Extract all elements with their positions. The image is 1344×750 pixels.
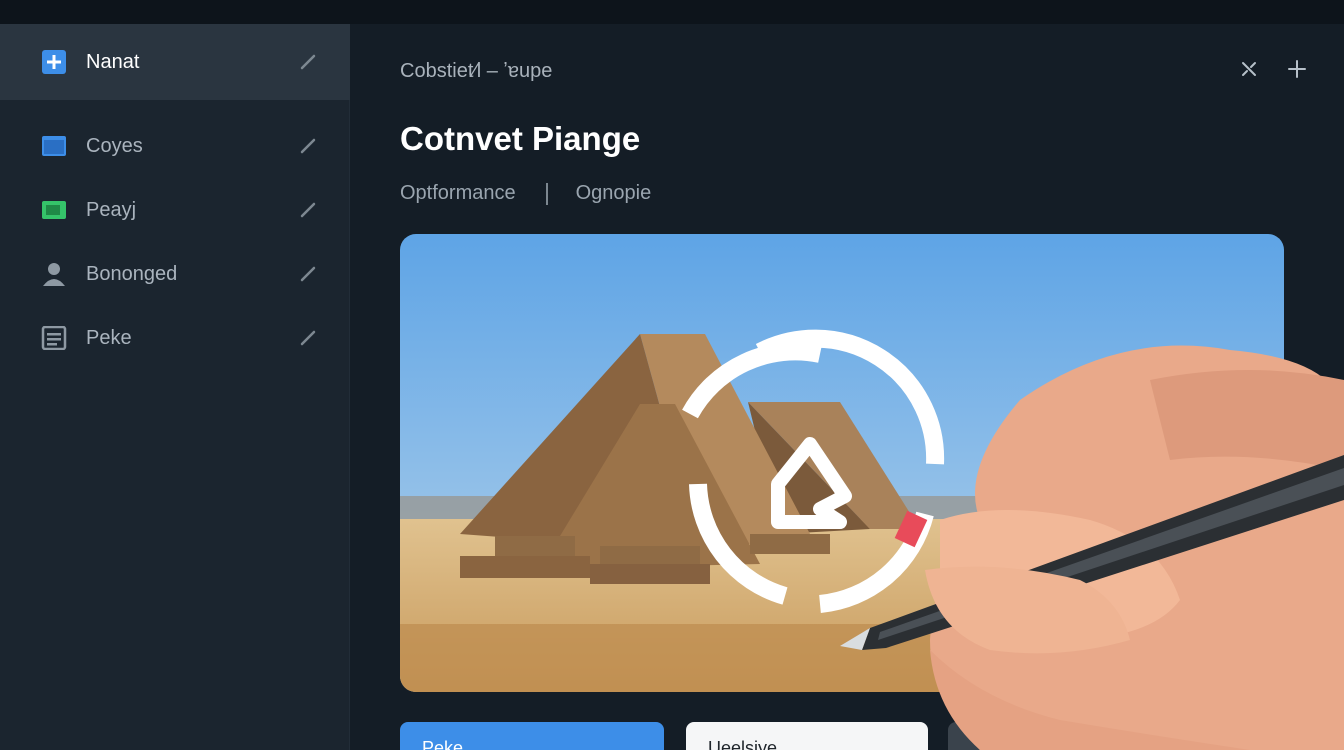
expand-icon[interactable]: [1238, 58, 1260, 80]
sidebar-item-label: Peke: [86, 326, 132, 349]
title-bar: [0, 0, 1344, 24]
sidebar-item-peayj[interactable]: Peayj: [0, 178, 350, 242]
tab-divider: [545, 182, 548, 205]
sidebar: Nanat Coyes Peayj Bononged Peke: [0, 24, 350, 750]
sidebar-item-bononged[interactable]: Bononged: [0, 242, 350, 306]
edit-icon[interactable]: [298, 328, 318, 348]
sidebar-item-nanat[interactable]: Nanat: [0, 24, 350, 100]
main-content: Cobstiet⁄l – ʼɐupe Cotnvet Piange Optfor…: [350, 24, 1344, 750]
sidebar-item-label: Bononged: [86, 262, 178, 285]
plus-square-icon: [40, 50, 68, 74]
edit-icon[interactable]: [298, 52, 318, 72]
tab-ognopie[interactable]: Ognopie: [576, 182, 652, 205]
sidebar-item-label: Peayj: [86, 198, 137, 221]
document-icon: [40, 326, 68, 350]
pyramids-image: [400, 234, 1284, 692]
sidebar-item-coyes[interactable]: Coyes: [0, 114, 350, 178]
breadcrumb: Cobstiet⁄l – ʼɐupe: [400, 60, 553, 82]
top-actions: [1238, 58, 1308, 80]
edit-icon[interactable]: [298, 136, 318, 156]
secondary-button[interactable]: Ueelsiye: [686, 722, 928, 750]
edit-icon[interactable]: [298, 200, 318, 220]
sidebar-item-label: Coyes: [86, 134, 143, 157]
primary-button[interactable]: Peke: [400, 722, 664, 750]
tab-bar: Optformance Ognopie: [400, 182, 651, 205]
tertiary-button[interactable]: [948, 722, 992, 750]
edit-icon[interactable]: [298, 264, 318, 284]
tab-optformance[interactable]: Optformance: [400, 182, 516, 205]
image-preview[interactable]: [400, 234, 1284, 692]
user-icon: [40, 262, 68, 286]
window-icon: [40, 134, 68, 158]
page-title: Cotnvet Piange: [400, 120, 641, 157]
sidebar-item-label: Nanat: [86, 50, 140, 73]
sidebar-item-peke[interactable]: Peke: [0, 306, 350, 370]
folder-icon: [40, 198, 68, 222]
add-icon[interactable]: [1286, 58, 1308, 80]
